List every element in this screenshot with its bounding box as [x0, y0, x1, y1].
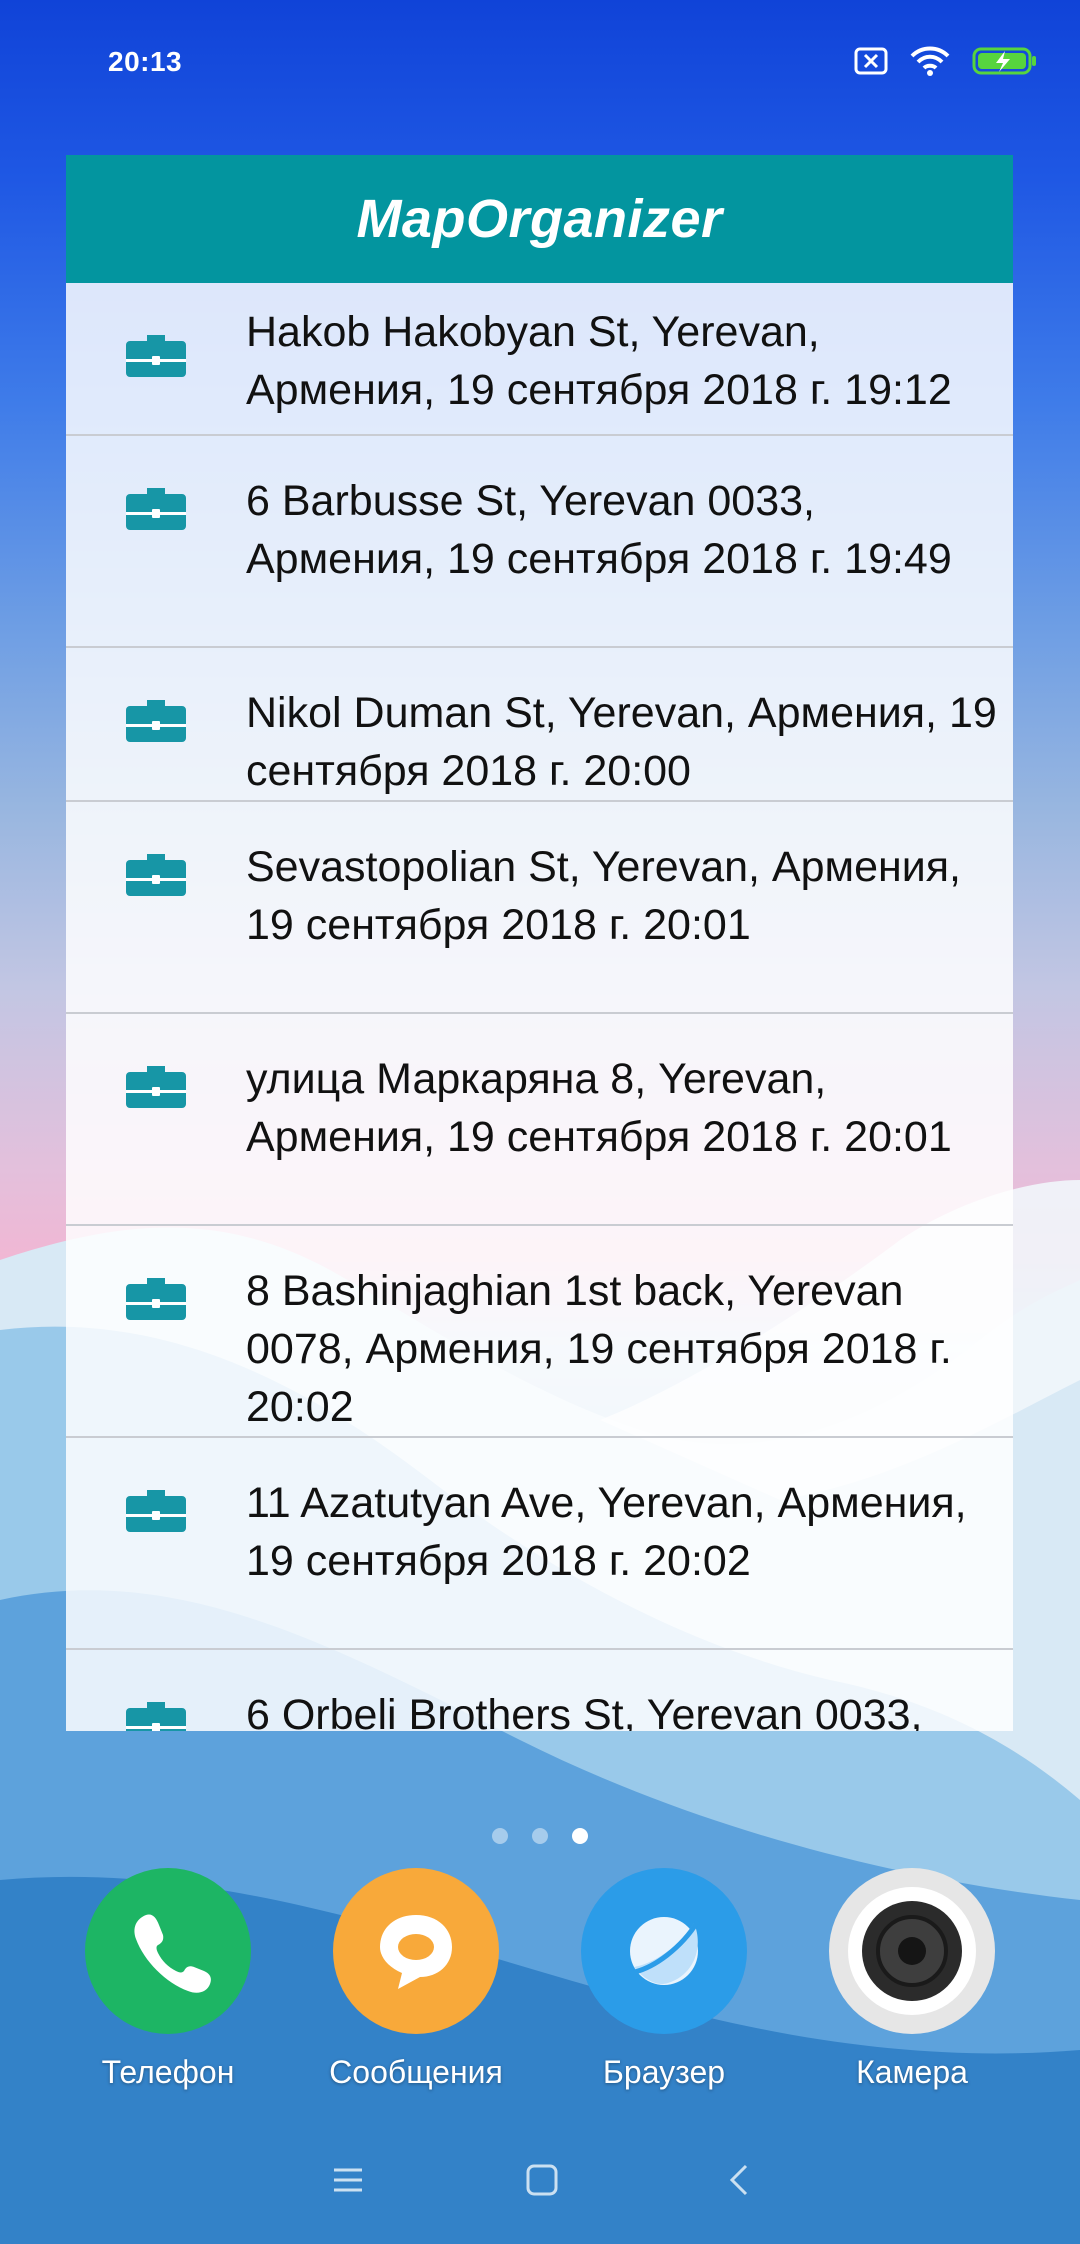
- list-item-text: 8 Bashinjaghian 1st back, Yerevan 0078, …: [246, 1267, 952, 1431]
- briefcase-icon: [126, 700, 186, 742]
- phone-icon[interactable]: [85, 1868, 251, 2034]
- list-item-text: 6 Orbeli Brothers St, Yerevan 0033,: [246, 1691, 923, 1731]
- app-label: Сообщения: [329, 2054, 503, 2090]
- list-item[interactable]: Sevastopolian St, Yerevan, Армения, 19 с…: [66, 802, 1013, 1014]
- app-label: Камера: [856, 2054, 968, 2090]
- list-item-text: Sevastopolian St, Yerevan, Армения, 19 с…: [246, 843, 962, 949]
- list-item[interactable]: 11 Azatutyan Ave, Yerevan, Армения, 19 с…: [66, 1438, 1013, 1650]
- list-item-text: 11 Azatutyan Ave, Yerevan, Армения, 19 с…: [246, 1479, 967, 1585]
- status-time: 20:13: [108, 46, 183, 77]
- sim-off-icon: [854, 47, 888, 75]
- app-browser[interactable]: Браузер: [554, 1868, 774, 2091]
- briefcase-icon: [126, 1490, 186, 1532]
- camera-icon[interactable]: [829, 1868, 995, 2034]
- app-label: Телефон: [101, 2054, 235, 2090]
- app-dock: Телефон Сообщения Браузер Камера: [0, 1868, 1080, 2108]
- widget-title: MapOrganizer: [66, 155, 1013, 283]
- page-indicator: [0, 1828, 1080, 1844]
- briefcase-icon: [126, 1702, 186, 1731]
- status-bar: 20:13: [0, 0, 1080, 130]
- wifi-icon: [910, 46, 950, 76]
- list-item[interactable]: 6 Barbusse St, Yerevan 0033, Армения, 19…: [66, 436, 1013, 648]
- briefcase-icon: [126, 854, 186, 896]
- briefcase-icon: [126, 488, 186, 530]
- menu-icon[interactable]: [330, 2162, 366, 2198]
- app-camera[interactable]: Камера: [802, 1868, 1022, 2091]
- list-item[interactable]: 8 Bashinjaghian 1st back, Yerevan 0078, …: [66, 1226, 1013, 1438]
- briefcase-icon: [126, 1066, 186, 1108]
- list-item-text: Nikol Duman St, Yerevan, Армения, 19 сен…: [246, 689, 997, 795]
- list-item[interactable]: улица Маркаряна 8, Yerevan, Армения, 19 …: [66, 1014, 1013, 1226]
- list-item[interactable]: 6 Orbeli Brothers St, Yerevan 0033,: [66, 1650, 1013, 1731]
- briefcase-icon: [126, 335, 186, 377]
- battery-charging-icon: [972, 47, 1036, 75]
- list-item-text: улица Маркаряна 8, Yerevan, Армения, 19 …: [246, 1055, 952, 1161]
- browser-icon[interactable]: [581, 1868, 747, 2034]
- page-dot[interactable]: [492, 1828, 508, 1844]
- page-dot-active[interactable]: [572, 1828, 588, 1844]
- navigation-bar: [0, 2150, 1080, 2210]
- page-dot[interactable]: [532, 1828, 548, 1844]
- app-phone[interactable]: Телефон: [58, 1868, 278, 2091]
- list-item[interactable]: Hakob Hakobyan St, Yerevan, Армения, 19 …: [66, 283, 1013, 436]
- app-messages[interactable]: Сообщения: [306, 1868, 526, 2091]
- maporganizer-widget: MapOrganizer Hakob Hakobyan St, Yerevan,…: [66, 155, 1013, 1731]
- briefcase-icon: [126, 1278, 186, 1320]
- home-icon[interactable]: [524, 2162, 560, 2198]
- app-label: Браузер: [602, 2054, 726, 2090]
- status-icons: [854, 46, 1038, 76]
- location-list: Hakob Hakobyan St, Yerevan, Армения, 19 …: [66, 283, 1013, 1731]
- message-icon[interactable]: [333, 1868, 499, 2034]
- back-icon[interactable]: [722, 2162, 758, 2198]
- list-item[interactable]: Nikol Duman St, Yerevan, Армения, 19 сен…: [66, 648, 1013, 802]
- list-item-text: 6 Barbusse St, Yerevan 0033, Армения, 19…: [246, 477, 952, 583]
- list-item-text: Hakob Hakobyan St, Yerevan, Армения, 19 …: [246, 308, 952, 414]
